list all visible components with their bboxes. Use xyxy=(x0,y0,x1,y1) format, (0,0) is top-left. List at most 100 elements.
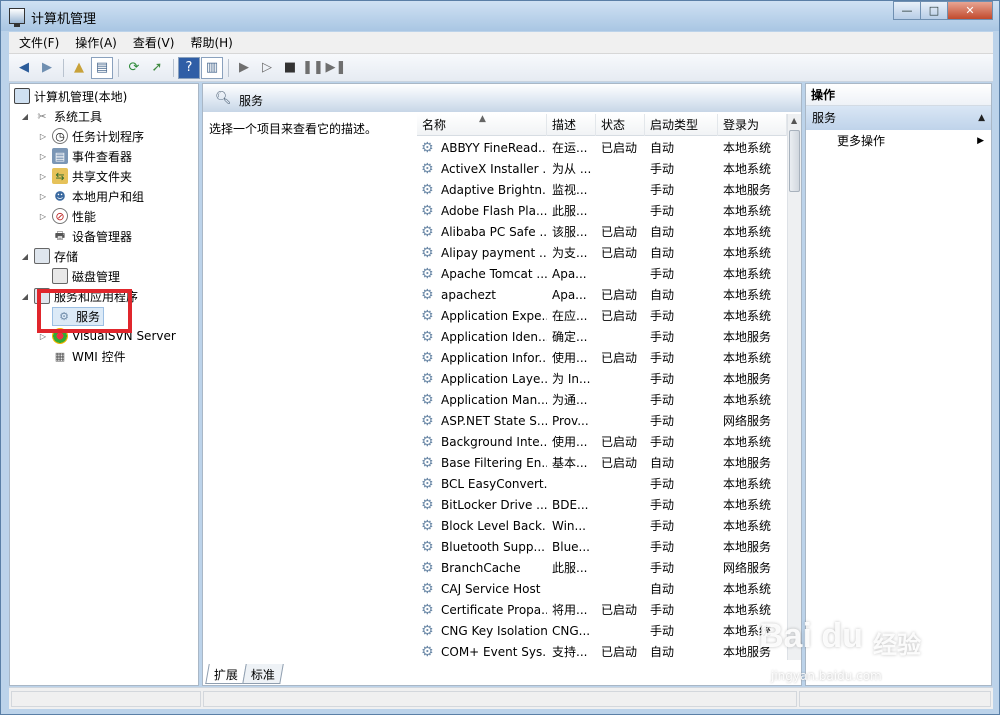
service-status xyxy=(601,264,645,285)
column-header-status[interactable]: 状态 xyxy=(596,114,645,136)
show-hide-tree-icon[interactable]: ▤ xyxy=(91,56,113,79)
column-header-name[interactable]: ▲ 名称 xyxy=(417,114,547,136)
table-row[interactable]: ⚙ Bluetooth Supp... Blue... 手动 本地服务 xyxy=(417,537,787,558)
table-row[interactable]: ⚙ BranchCache 此服... 手动 网络服务 xyxy=(417,558,787,579)
column-header-logon-as[interactable]: 登录为 xyxy=(718,114,787,136)
expand-arrow-icon[interactable]: ▷ xyxy=(38,152,48,161)
table-row[interactable]: ⚙ Application Laye... 为 In... 手动 本地服务 xyxy=(417,369,787,390)
tree-item-event-viewer[interactable]: ▷ ▤ 事件查看器 xyxy=(38,146,132,166)
start-service-icon[interactable]: ▶ xyxy=(233,57,255,79)
table-row[interactable]: ⚙ Adobe Flash Pla... 此服... 手动 本地系统 xyxy=(417,201,787,222)
tree-item-label: 性能 xyxy=(72,209,97,224)
scroll-up-arrow-icon[interactable]: ▲ xyxy=(791,116,797,125)
menu-help[interactable]: 帮助(H) xyxy=(190,34,232,51)
table-row[interactable]: ⚙ Application Iden... 确定... 手动 本地服务 xyxy=(417,327,787,348)
table-row[interactable]: ⚙ Application Infor... 使用... 已启动 手动 本地系统 xyxy=(417,348,787,369)
table-row[interactable]: ⚙ CAJ Service Host 自动 本地系统 xyxy=(417,579,787,600)
table-row[interactable]: ⚙ CNG Key Isolation CNG... 手动 本地系统 xyxy=(417,621,787,642)
table-row[interactable]: ⚙ apachezt Apa... 已启动 自动 本地系统 xyxy=(417,285,787,306)
menu-file[interactable]: 文件(F) xyxy=(19,34,59,51)
service-logon-as: 本地系统 xyxy=(723,309,772,323)
table-row[interactable]: ⚙ Background Inte... 使用... 已启动 手动 本地系统 xyxy=(417,432,787,453)
tree-item-storage[interactable]: ◢ 存储 xyxy=(20,246,78,266)
baidu-jingyan-watermark: Bai du 经验 jingyan.baidu.com xyxy=(753,605,953,695)
tree-item-root[interactable]: 计算机管理(本地) xyxy=(14,86,127,106)
table-row[interactable]: ⚙ ABBYY FineRead... 在运... 已启动 自动 本地系统 xyxy=(417,138,787,159)
shared-folder-icon: ⇆ xyxy=(52,168,68,184)
expand-arrow-icon[interactable]: ▷ xyxy=(38,212,48,221)
scrollbar-thumb[interactable] xyxy=(789,130,800,192)
table-row[interactable]: ⚙ Base Filtering En... 基本... 已启动 自动 本地服务 xyxy=(417,453,787,474)
table-row[interactable]: ⚙ Application Expe... 在应... 已启动 手动 本地系统 xyxy=(417,306,787,327)
collapse-up-icon[interactable]: ▲ xyxy=(978,106,985,130)
table-row[interactable]: ⚙ Certificate Propa... 将用... 已启动 手动 本地系统 xyxy=(417,600,787,621)
service-description: 为通... xyxy=(552,393,588,407)
table-row[interactable]: ⚙ COM+ Event Sys... 支持... 已启动 自动 本地服务 xyxy=(417,642,787,660)
tree-item-disk-management[interactable]: 磁盘管理 xyxy=(52,266,120,286)
column-header-description[interactable]: 描述 xyxy=(547,114,596,136)
expand-arrow-icon[interactable]: ▷ xyxy=(38,132,48,141)
up-folder-icon[interactable]: ▲ xyxy=(68,57,90,79)
tree-item-device-manager[interactable]: 🖶 设备管理器 xyxy=(52,226,132,246)
service-logon-as: 本地服务 xyxy=(723,372,772,386)
vertical-scrollbar[interactable]: ▲ xyxy=(787,114,801,660)
table-row[interactable]: ⚙ BitLocker Drive ... BDE... 手动 本地系统 xyxy=(417,495,787,516)
collapse-arrow-icon[interactable]: ◢ xyxy=(20,112,30,121)
refresh-icon[interactable]: ⟳ xyxy=(123,57,145,79)
column-header-startup-type[interactable]: 启动类型 xyxy=(645,114,718,136)
table-row[interactable]: ⚙ Alibaba PC Safe ... 该服... 已启动 自动 本地系统 xyxy=(417,222,787,243)
pause-service-icon[interactable]: ❚❚ xyxy=(302,57,324,79)
stop-service-icon[interactable]: ■ xyxy=(279,57,301,79)
show-action-pane-icon[interactable]: ▥ xyxy=(201,56,223,79)
menu-view[interactable]: 查看(V) xyxy=(133,34,175,51)
table-row[interactable]: ⚙ Block Level Back... Win... 手动 本地系统 xyxy=(417,516,787,537)
expand-arrow-icon[interactable]: ▷ xyxy=(38,192,48,201)
tree-item-local-users[interactable]: ▷ ☻ 本地用户和组 xyxy=(38,186,144,206)
tree-item-wmi[interactable]: ▦ WMI 控件 xyxy=(52,346,126,366)
export-list-icon[interactable]: ➚ xyxy=(146,57,168,79)
more-actions-item[interactable]: 更多操作 ▶ xyxy=(806,130,991,152)
minimize-button[interactable]: — xyxy=(893,1,921,20)
table-row[interactable]: ⚙ Application Man... 为通... 手动 本地系统 xyxy=(417,390,787,411)
help-icon[interactable]: ? xyxy=(178,56,200,79)
service-startup-type: 手动 xyxy=(650,435,675,449)
tab-standard[interactable]: 标准 xyxy=(242,664,284,684)
start-service-alt-icon[interactable]: ▷ xyxy=(256,57,278,79)
pane-header: 🔍︎ 服务 xyxy=(203,84,801,112)
table-row[interactable]: ⚙ BCL EasyConvert... 手动 本地系统 xyxy=(417,474,787,495)
tree-item-performance[interactable]: ▷ ⊘ 性能 xyxy=(38,206,96,226)
table-row[interactable]: ⚙ Apache Tomcat ... Apa... 手动 本地系统 xyxy=(417,264,787,285)
actions-section-services[interactable]: 服务 ▲ xyxy=(806,106,991,130)
table-row[interactable]: ⚙ Adaptive Brightn... 监视... 手动 本地服务 xyxy=(417,180,787,201)
title-bar[interactable]: 计算机管理 — □ ✕ xyxy=(1,1,999,31)
tab-extended[interactable]: 扩展 xyxy=(205,664,247,684)
collapse-arrow-icon[interactable]: ◢ xyxy=(20,252,30,261)
watermark-logo: Bai du xyxy=(759,617,863,655)
tree-item-system-tools[interactable]: ◢ ✂ 系统工具 xyxy=(20,106,102,126)
service-startup-type: 手动 xyxy=(650,330,675,344)
service-description: 支持... xyxy=(552,645,588,659)
table-row[interactable]: ⚙ ASP.NET State S... Prov... 手动 网络服务 xyxy=(417,411,787,432)
service-description: 在应... xyxy=(552,309,588,323)
back-arrow-icon[interactable]: ◀ xyxy=(13,57,35,79)
menu-action[interactable]: 操作(A) xyxy=(75,34,117,51)
tree-item-task-scheduler[interactable]: ▷ ◷ 任务计划程序 xyxy=(38,126,144,146)
storage-icon xyxy=(34,248,50,264)
tree-item-shared-folders[interactable]: ▷ ⇆ 共享文件夹 xyxy=(38,166,132,186)
service-name: ASP.NET State S... xyxy=(441,414,547,428)
services-pane: 🔍︎ 服务 选择一个项目来查看它的描述。 ▲ 名称 描述 状态 启动类型 登录为… xyxy=(202,83,802,686)
collapse-arrow-icon[interactable]: ◢ xyxy=(20,292,30,301)
service-startup-type: 自动 xyxy=(650,288,675,302)
forward-arrow-icon[interactable]: ▶ xyxy=(36,57,58,79)
gear-icon: ⚙ xyxy=(421,476,434,492)
expand-arrow-icon[interactable]: ▷ xyxy=(38,172,48,181)
table-row[interactable]: ⚙ ActiveX Installer ... 为从 ... 手动 本地系统 xyxy=(417,159,787,180)
tree-item-label: 事件查看器 xyxy=(72,149,133,164)
gear-icon: ⚙ xyxy=(421,539,434,555)
restart-service-icon[interactable]: ▶❚ xyxy=(325,57,347,79)
service-description: Win... xyxy=(552,519,586,533)
close-button[interactable]: ✕ xyxy=(947,1,993,20)
table-row[interactable]: ⚙ Alipay payment ... 为支... 已启动 自动 本地系统 xyxy=(417,243,787,264)
maximize-button[interactable]: □ xyxy=(920,1,948,20)
gear-icon: ⚙ xyxy=(421,266,434,282)
